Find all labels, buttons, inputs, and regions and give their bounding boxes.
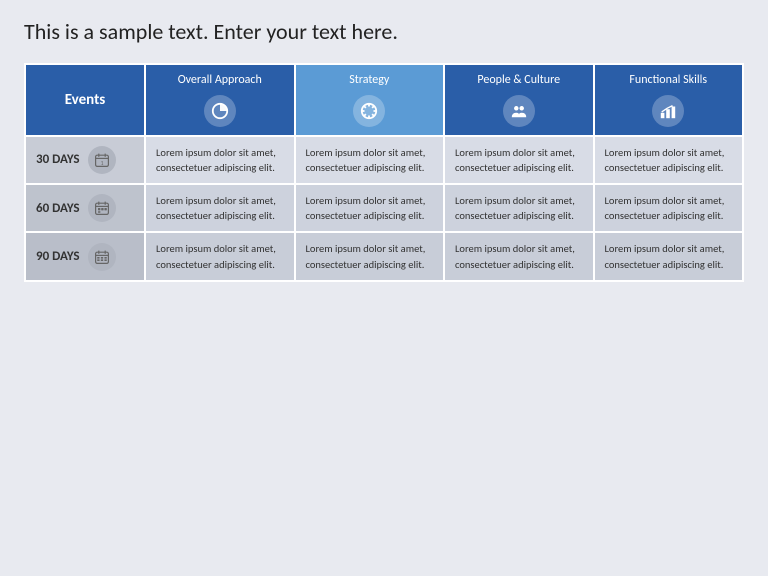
people-label: People & Culture (451, 73, 587, 89)
td-content-row3-col2: Lorem ipsum dolor sit amet, consectetuer… (295, 232, 445, 280)
events-inner-2: 60 DAYS (36, 194, 134, 222)
col-header-functional: Functional Skills (594, 64, 744, 136)
page-title: This is a sample text. Enter your text h… (24, 18, 398, 45)
strategy-icon (353, 95, 385, 127)
td-content-row1-col3: Lorem ipsum dolor sit amet, consectetuer… (444, 136, 594, 184)
functional-icon (652, 95, 684, 127)
td-content-row2-col4: Lorem ipsum dolor sit amet, consectetuer… (594, 184, 744, 232)
people-icon-wrap (451, 95, 587, 127)
col-header-overall: Overall Approach (145, 64, 295, 136)
td-content-row1-col2: Lorem ipsum dolor sit amet, consectetuer… (295, 136, 445, 184)
col-header-events: Events (25, 64, 145, 136)
td-content-row2-col2: Lorem ipsum dolor sit amet, consectetuer… (295, 184, 445, 232)
overall-icon-wrap (152, 95, 288, 127)
functional-icon-wrap (601, 95, 737, 127)
strategy-icon-wrap (302, 95, 438, 127)
days-label-3: 90 DAYS (36, 249, 80, 264)
td-content-row1-col4: Lorem ipsum dolor sit amet, consectetuer… (594, 136, 744, 184)
col-header-strategy: Strategy (295, 64, 445, 136)
td-content-row3-col4: Lorem ipsum dolor sit amet, consectetuer… (594, 232, 744, 280)
day-icon-3 (88, 243, 116, 271)
days-label-1: 30 DAYS (36, 152, 80, 167)
events-label: Events (65, 91, 106, 109)
td-content-row2-col3: Lorem ipsum dolor sit amet, consectetuer… (444, 184, 594, 232)
overall-icon (204, 95, 236, 127)
overall-label: Overall Approach (152, 73, 288, 89)
strategy-label: Strategy (302, 73, 438, 89)
td-content-row1-col1: Lorem ipsum dolor sit amet, consectetuer… (145, 136, 295, 184)
day-icon-1: 1 (88, 146, 116, 174)
td-content-row3-col1: Lorem ipsum dolor sit amet, consectetuer… (145, 232, 295, 280)
main-table-wrapper: Events Overall Approach (24, 63, 744, 282)
col-header-people: People & Culture (444, 64, 594, 136)
days-label-2: 60 DAYS (36, 201, 80, 216)
td-content-row2-col1: Lorem ipsum dolor sit amet, consectetuer… (145, 184, 295, 232)
td-content-row3-col3: Lorem ipsum dolor sit amet, consectetuer… (444, 232, 594, 280)
td-events-1: 30 DAYS 1 (25, 136, 145, 184)
day-icon-2 (88, 194, 116, 222)
events-inner-1: 30 DAYS 1 (36, 146, 134, 174)
main-table: Events Overall Approach (24, 63, 744, 282)
functional-label: Functional Skills (601, 73, 737, 89)
people-icon (503, 95, 535, 127)
td-events-3: 90 DAYS (25, 232, 145, 280)
events-inner-3: 90 DAYS (36, 243, 134, 271)
svg-text:1: 1 (100, 160, 103, 167)
td-events-2: 60 DAYS (25, 184, 145, 232)
